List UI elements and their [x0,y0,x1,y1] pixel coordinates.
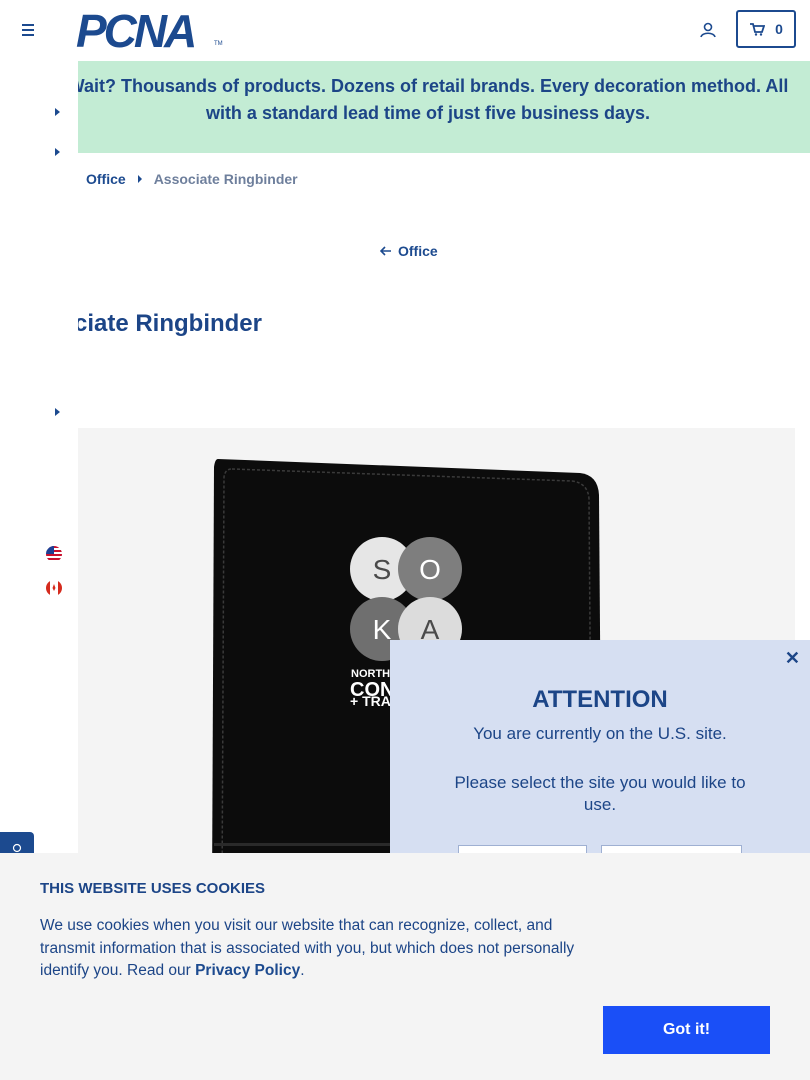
page-title-container: Associate Ringbinder [78,306,478,346]
site-header: PCNA TM 0 [0,0,810,60]
site-selection-modal: ✕ ATTENTION You are currently on the U.S… [390,640,810,885]
back-to-office-link[interactable]: Office [380,243,438,259]
caret-right-icon [137,175,142,183]
logo-text: PCNA [76,5,197,57]
privacy-policy-link[interactable]: Privacy Policy [195,962,300,979]
back-link-label: Office [398,243,438,259]
cookie-title: THIS WEBSITE USES COOKIES [40,880,266,897]
caret-right-icon[interactable] [52,147,62,157]
breadcrumb-current: Associate Ringbinder [153,171,298,187]
promo-banner-text: Wait? Thousands of products. Dozens of r… [78,76,789,123]
cookie-body: We use cookies when you visit our websit… [40,917,575,979]
modal-current-site-text: You are currently on the U.S. site. [473,724,727,743]
breadcrumb: Office Associate Ringbinder [86,171,298,187]
imprint-letter-s: S [373,554,392,585]
modal-select-site-text: Please select the site you would like to… [454,773,746,814]
imprint-line-3: + TRA [350,693,391,709]
cookie-text: We use cookies when you visit our websit… [40,915,600,983]
imprint-letter-k: K [373,614,392,645]
promo-banner: Wait? Thousands of products. Dozens of r… [78,61,810,153]
cookie-banner: THIS WEBSITE USES COOKIES We use cookies… [0,853,810,1080]
got-it-button[interactable]: Got it! [603,1006,770,1054]
cart-button[interactable]: 0 [736,10,796,48]
cookie-period: . [300,962,305,979]
pcna-logo[interactable]: PCNA TM [76,5,226,57]
modal-title: ATTENTION [532,686,668,713]
menu-icon[interactable] [18,20,38,40]
left-rail [0,60,78,880]
imprint-letter-o: O [419,554,441,585]
logo-trademark: TM [214,41,223,47]
canada-flag-icon[interactable] [45,579,63,597]
arrow-left-icon [380,246,391,256]
us-flag-icon[interactable] [45,545,63,563]
caret-right-icon[interactable] [52,107,62,117]
caret-right-icon[interactable] [52,407,62,417]
cart-count: 0 [775,21,783,37]
close-icon[interactable]: ✕ [785,648,800,669]
page-title: Associate Ringbinder [78,310,262,337]
cart-icon [750,23,766,36]
user-icon[interactable] [698,20,718,40]
breadcrumb-office-link[interactable]: Office [86,171,126,187]
